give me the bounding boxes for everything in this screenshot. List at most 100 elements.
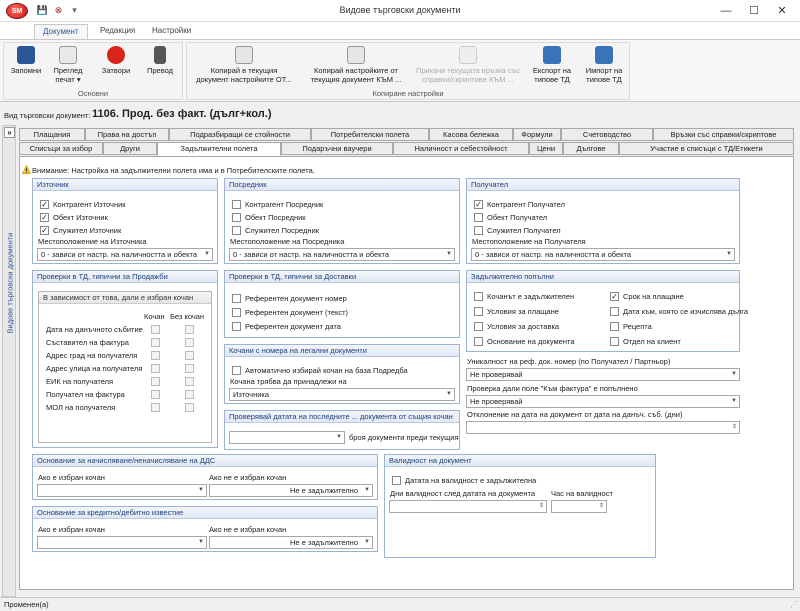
checkbox-series[interactable] <box>151 351 160 360</box>
tab-prices[interactable]: Цени <box>529 142 563 155</box>
save-button[interactable]: Запомни <box>6 45 46 75</box>
checkbox-object-intermediary[interactable] <box>232 213 241 222</box>
chevron-down-icon: ▼ <box>198 539 204 545</box>
intermediary-location-select[interactable]: 0 - зависи от настр. на наличността и об… <box>229 248 455 261</box>
deviation-input[interactable]: ⇕ <box>466 421 740 434</box>
ribbon-group-label: Основни <box>77 89 109 98</box>
checkbox-object-source[interactable]: ✓ <box>40 213 49 222</box>
tab-gift-vouchers[interactable]: Подаръчни ваучери <box>281 142 393 155</box>
tab-reports-links[interactable]: Връзки със справки/скриптове <box>653 128 794 141</box>
tab-formulas[interactable]: Формули <box>513 128 561 141</box>
import-types-button[interactable]: Импорт на типове ТД <box>579 45 629 84</box>
checkbox-debt-date[interactable] <box>610 307 619 316</box>
checkbox-ref-doc-text[interactable] <box>232 308 241 317</box>
tab-debts[interactable]: Дългове <box>563 142 619 155</box>
checkbox-series[interactable] <box>151 403 160 412</box>
chevron-down-icon: ▼ <box>731 371 737 377</box>
group-title: В зависимост от това, дали е избран коча… <box>39 292 211 304</box>
tab-other[interactable]: Други <box>103 142 157 155</box>
checkbox-object-receiver[interactable] <box>474 213 483 222</box>
copy-into-current-button[interactable]: Копирай в текущия документ настройките О… <box>189 45 299 84</box>
tab-payments[interactable]: Плащания <box>19 128 85 141</box>
checkbox-employee-intermediary[interactable] <box>232 226 241 235</box>
checkbox-validity-mandatory[interactable] <box>392 476 401 485</box>
tab-document[interactable]: Документ <box>34 24 88 39</box>
tab-edit[interactable]: Редакция <box>92 24 143 39</box>
side-panel-expand-button[interactable]: » <box>4 127 15 138</box>
close-document-button[interactable]: Затвори <box>96 45 136 75</box>
checkbox-delivery-terms[interactable] <box>474 322 483 331</box>
checkbox-client-department[interactable] <box>610 337 619 346</box>
tab-accounting[interactable]: Счетоводство <box>561 128 653 141</box>
attach-link-button[interactable]: Прикачи текущата връзка със справки/скри… <box>413 45 523 84</box>
credit-series-selected-select[interactable]: ▼ <box>37 536 207 549</box>
export-types-button[interactable]: Експорт на типове ТД <box>527 45 577 84</box>
checkbox-series[interactable] <box>151 364 160 373</box>
checkbox-series[interactable] <box>151 390 160 399</box>
checkbox-label: Кочанът е задължителен <box>487 292 575 301</box>
tab-settings[interactable]: Настройки <box>144 24 199 39</box>
checkbox-series[interactable] <box>151 338 160 347</box>
close-button[interactable]: ✕ <box>768 2 796 20</box>
checkbox-employee-source[interactable]: ✓ <box>40 226 49 235</box>
last-docs-count-input[interactable]: ▼ <box>229 431 345 444</box>
row-label: Адрес град на получателя <box>46 351 138 360</box>
checkbox-no-series[interactable] <box>185 377 194 386</box>
checkbox-contragent-intermediary[interactable] <box>232 200 241 209</box>
credit-series-not-selected-select[interactable]: Не е задължително ▼ <box>209 536 373 549</box>
vat-series-not-selected-select[interactable]: Не е задължително ▼ <box>209 484 373 497</box>
resize-grip-icon[interactable]: ⋰ <box>790 600 798 609</box>
checkbox-payment-due[interactable]: ✓ <box>610 292 619 301</box>
maximize-button[interactable]: ☐ <box>740 2 768 20</box>
checkbox-prescription[interactable] <box>610 322 619 331</box>
checkbox-no-series[interactable] <box>185 325 194 334</box>
checkbox-label: Срок на плащане <box>623 292 684 301</box>
tab-mandatory-fields[interactable]: Задължителни полета <box>157 142 281 156</box>
checkbox-no-series[interactable] <box>185 351 194 360</box>
checkbox-no-series[interactable] <box>185 364 194 373</box>
checkbox-series[interactable] <box>151 377 160 386</box>
side-panel-title[interactable]: Видове търговски документи <box>6 233 15 334</box>
row-label: Адрес улица на получателя <box>46 364 143 373</box>
tab-defaults[interactable]: Подразбиращи се стойности <box>169 128 311 141</box>
last-docs-group: Проверявай датата на последните ... доку… <box>224 410 460 450</box>
series-belong-select[interactable]: Източника ▼ <box>229 388 455 401</box>
tab-access-rights[interactable]: Права на достъп <box>85 128 169 141</box>
checkbox-contragent-source[interactable]: ✓ <box>40 200 49 209</box>
tab-lists-labels[interactable]: Участие в списъци с ТД/Етикети <box>619 142 794 155</box>
uniq-select[interactable]: Не проверявай ▼ <box>466 368 740 381</box>
checkbox-no-series[interactable] <box>185 390 194 399</box>
tab-stock-cost[interactable]: Наличност и себестойност <box>393 142 529 155</box>
translate-button[interactable]: Превод <box>140 45 180 75</box>
checkbox-auto-series[interactable] <box>232 366 241 375</box>
tab-selection-lists[interactable]: Списъци за избор <box>19 142 103 155</box>
validity-days-input[interactable]: ⇕ <box>389 500 547 513</box>
vat-series-selected-select[interactable]: ▼ <box>37 484 207 497</box>
checkbox-label: Датата на валидност е задължителна <box>405 476 537 485</box>
row-label: МОЛ на получателя <box>46 403 116 412</box>
checkbox-label: Контрагент Посредник <box>245 200 324 209</box>
belong-label: Кочана трябва да принадлежи на <box>230 377 347 386</box>
tab-user-fields[interactable]: Потребителски полета <box>311 128 429 141</box>
tab-receipt[interactable]: Касова бележка <box>429 128 513 141</box>
checkbox-employee-receiver[interactable] <box>474 226 483 235</box>
checkbox-payment-terms[interactable] <box>474 307 483 316</box>
intermediary-group: Посредник Контрагент Посредник Обект Пос… <box>224 178 460 264</box>
checkbox-series[interactable] <box>151 325 160 334</box>
checkbox-document-basis[interactable] <box>474 337 483 346</box>
checkbox-no-series[interactable] <box>185 338 194 347</box>
checkbox-ref-doc-number[interactable] <box>232 294 241 303</box>
minimize-button[interactable]: — <box>712 2 740 20</box>
receiver-location-select[interactable]: 0 - зависи от настр. на наличността и об… <box>471 248 735 261</box>
checkbox-contragent-receiver[interactable]: ✓ <box>474 200 483 209</box>
checkbox-ref-doc-date[interactable] <box>232 322 241 331</box>
print-preview-button[interactable]: Преглед печат ▾ <box>48 45 88 84</box>
checkbox-no-series[interactable] <box>185 403 194 412</box>
checkbox-series-mandatory[interactable] <box>474 292 483 301</box>
copy-icon <box>235 46 253 64</box>
invoice-check-select[interactable]: Не проверявай ▼ <box>466 395 740 408</box>
group-title: Посредник <box>225 179 459 191</box>
validity-hour-input[interactable]: ⇕ <box>551 500 607 513</box>
source-location-select[interactable]: 0 - зависи от настр. на наличността и об… <box>37 248 213 261</box>
copy-from-current-button[interactable]: Копирай настройките от текущия документ … <box>301 45 411 84</box>
